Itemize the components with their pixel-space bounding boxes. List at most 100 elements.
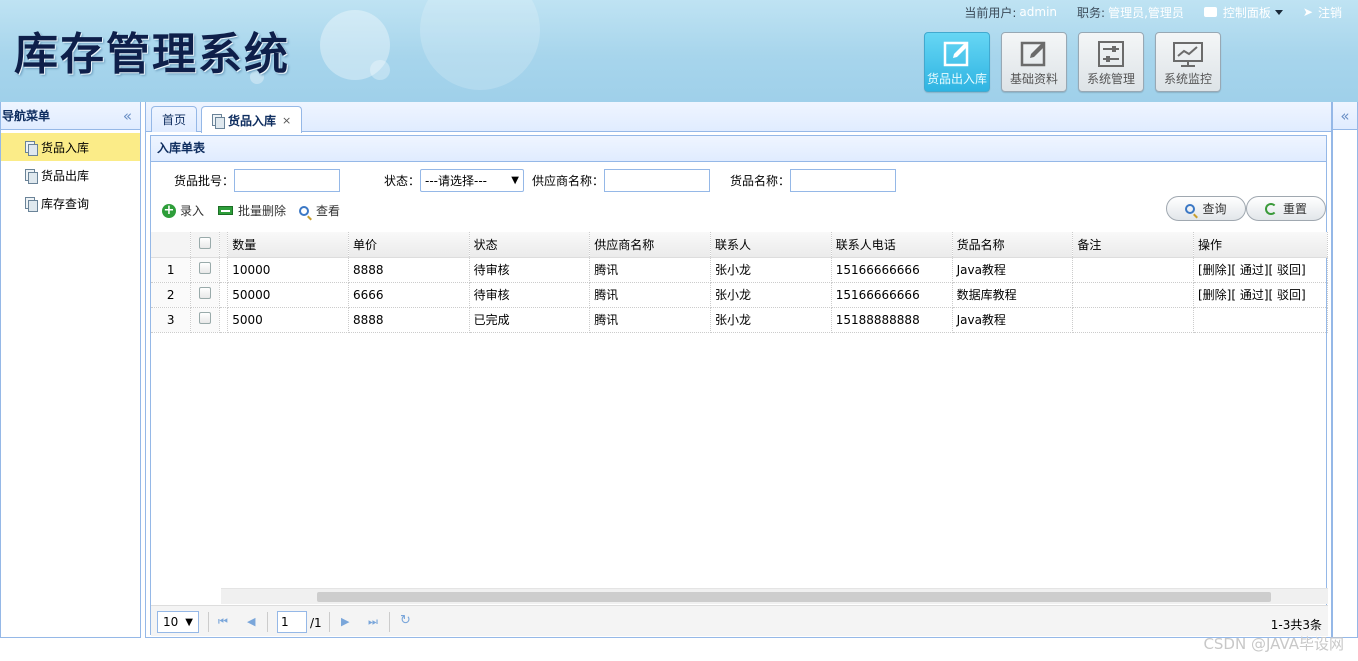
column-header[interactable]: 操作 xyxy=(1193,232,1328,258)
phone-cell: 15166666666 xyxy=(831,257,953,283)
collapse-left-icon[interactable]: « xyxy=(123,107,132,125)
contact-cell: 张小龙 xyxy=(710,257,832,283)
row-select-cell xyxy=(190,257,221,283)
operations-cell[interactable]: [删除][ 通过][ 驳回] xyxy=(1193,257,1328,283)
table-row[interactable]: 2 50000 6666 待审核 腾讯 张小龙 15166666666 数据库教… xyxy=(151,282,1328,308)
watermark: CSDN @JAVA毕设网 xyxy=(1203,635,1344,653)
table-row[interactable]: 1 10000 8888 待审核 腾讯 张小龙 15166666666 Java… xyxy=(151,257,1328,283)
select-all-checkbox[interactable] xyxy=(199,236,212,249)
column-header[interactable]: 状态 xyxy=(469,232,591,258)
row-number: 1 xyxy=(151,257,192,283)
price-cell: 6666 xyxy=(348,282,470,308)
refresh-icon[interactable]: ↻ xyxy=(400,613,411,628)
spacer-cell xyxy=(219,282,229,308)
operations-cell[interactable] xyxy=(1193,307,1328,333)
horizontal-scrollbar[interactable] xyxy=(221,588,1328,604)
tab-home[interactable]: 首页 xyxy=(151,106,198,132)
nav-item-inbound[interactable]: 货品入库 xyxy=(1,133,140,161)
status-cell: 待审核 xyxy=(469,257,591,283)
spacer-header xyxy=(219,232,229,258)
nav-item-label: 货品入库 xyxy=(41,140,90,155)
query-label: 查询 xyxy=(1202,202,1227,216)
role-label: 职务: xyxy=(1077,5,1106,20)
next-page-icon[interactable]: ▶ xyxy=(341,615,349,628)
app-header: 库存管理系统 当前用户: admin 职务: 管理员,管理员 控制面板 ➤ 注销… xyxy=(0,0,1358,102)
current-user-label: 当前用户: xyxy=(964,5,1017,20)
column-header[interactable]: 货品名称 xyxy=(952,232,1074,258)
supplier-input[interactable] xyxy=(604,169,710,192)
module-label: 基础资料 xyxy=(1009,72,1058,86)
nav-panel-header: 导航菜单 « xyxy=(1,102,140,130)
page-size-select[interactable]: 10 ▼ xyxy=(157,611,199,633)
goods-input[interactable] xyxy=(790,169,896,192)
column-header[interactable]: 单价 xyxy=(348,232,470,258)
status-select[interactable]: ---请选择--- ▼ xyxy=(420,169,524,192)
expand-right-icon[interactable]: « xyxy=(1340,107,1349,125)
add-label: 录入 xyxy=(180,204,205,218)
tab-inbound[interactable]: 货品入库 × xyxy=(201,106,303,133)
batch-delete-button[interactable]: 批量删除 xyxy=(218,202,286,219)
page-size-value: 10 xyxy=(163,615,179,629)
supplier-cell: 腾讯 xyxy=(589,307,712,333)
first-page-icon[interactable]: ⏮ xyxy=(218,615,228,629)
divider xyxy=(329,612,330,632)
add-button[interactable]: + 录入 xyxy=(162,202,204,219)
close-icon[interactable]: × xyxy=(282,114,291,127)
reset-button[interactable]: 重置 xyxy=(1246,196,1326,221)
module-tile-monitor[interactable]: 系统监控 xyxy=(1155,32,1221,92)
prev-page-icon[interactable]: ◀ xyxy=(247,615,255,628)
current-user-value: admin xyxy=(1019,5,1058,19)
goods-cell: 数据库教程 xyxy=(952,282,1074,308)
logout-link[interactable]: ➤ 注销 xyxy=(1303,4,1342,21)
document-icon xyxy=(212,113,225,129)
app-title: 库存管理系统 xyxy=(14,29,290,80)
module-label: 货品出入库 xyxy=(926,72,987,86)
search-icon xyxy=(299,205,309,216)
module-tile-inout[interactable]: 货品出入库 xyxy=(924,32,990,92)
supplier-cell: 腾讯 xyxy=(589,282,712,308)
column-header[interactable]: 联系人 xyxy=(710,232,832,258)
view-button[interactable]: 查看 xyxy=(299,202,340,219)
column-header[interactable]: 供应商名称 xyxy=(589,232,712,258)
panel-icon xyxy=(1203,7,1217,17)
supplier-label: 供应商名称： xyxy=(532,174,605,188)
status-select-value: ---请选择--- xyxy=(425,174,487,188)
page-number-input[interactable]: 1 xyxy=(277,611,307,633)
batch-input[interactable] xyxy=(234,169,340,192)
tab-label: 首页 xyxy=(162,113,187,127)
inbound-table: 数量 单价 状态 供应商名称 联系人 联系人电话 货品名称 备注 操作 1 10… xyxy=(151,232,1328,333)
nav-item-outbound[interactable]: 货品出库 xyxy=(1,161,140,189)
row-checkbox[interactable] xyxy=(199,312,212,324)
control-panel-menu[interactable]: 控制面板 xyxy=(1203,4,1283,21)
send-icon: ➤ xyxy=(1302,5,1313,19)
sliders-icon xyxy=(1098,41,1124,67)
operations-cell[interactable]: [删除][ 通过][ 驳回] xyxy=(1193,282,1328,308)
price-cell: 8888 xyxy=(348,257,470,283)
divider xyxy=(267,612,268,632)
dropdown-arrow-icon: ▼ xyxy=(511,175,519,186)
module-label: 系统管理 xyxy=(1086,72,1135,86)
row-checkbox[interactable] xyxy=(199,287,212,299)
table-row[interactable]: 3 5000 8888 已完成 腾讯 张小龙 15188888888 Java教… xyxy=(151,307,1328,333)
module-tile-basic[interactable]: 基础资料 xyxy=(1001,32,1067,92)
view-label: 查看 xyxy=(316,204,341,218)
column-header[interactable]: 数量 xyxy=(227,232,349,258)
column-header[interactable]: 备注 xyxy=(1072,232,1194,258)
batch-delete-label: 批量删除 xyxy=(238,204,287,218)
column-header[interactable]: 联系人电话 xyxy=(831,232,953,258)
phone-cell: 15188888888 xyxy=(831,307,953,333)
price-cell: 8888 xyxy=(348,307,470,333)
role-value: 管理员,管理员 xyxy=(1108,5,1184,20)
last-page-icon[interactable]: ⏭ xyxy=(368,615,378,629)
contact-cell: 张小龙 xyxy=(710,307,832,333)
row-checkbox[interactable] xyxy=(199,262,212,274)
goods-cell: Java教程 xyxy=(952,257,1074,283)
row-number-header xyxy=(151,232,192,258)
scrollbar-thumb[interactable] xyxy=(317,592,1271,602)
query-button[interactable]: 查询 xyxy=(1166,196,1246,221)
nav-item-label: 库存查询 xyxy=(41,196,90,211)
module-tile-system[interactable]: 系统管理 xyxy=(1078,32,1144,92)
nav-item-stock-query[interactable]: 库存查询 xyxy=(1,189,140,217)
total-pages: /1 xyxy=(310,616,322,630)
status-cell: 已完成 xyxy=(469,307,591,333)
